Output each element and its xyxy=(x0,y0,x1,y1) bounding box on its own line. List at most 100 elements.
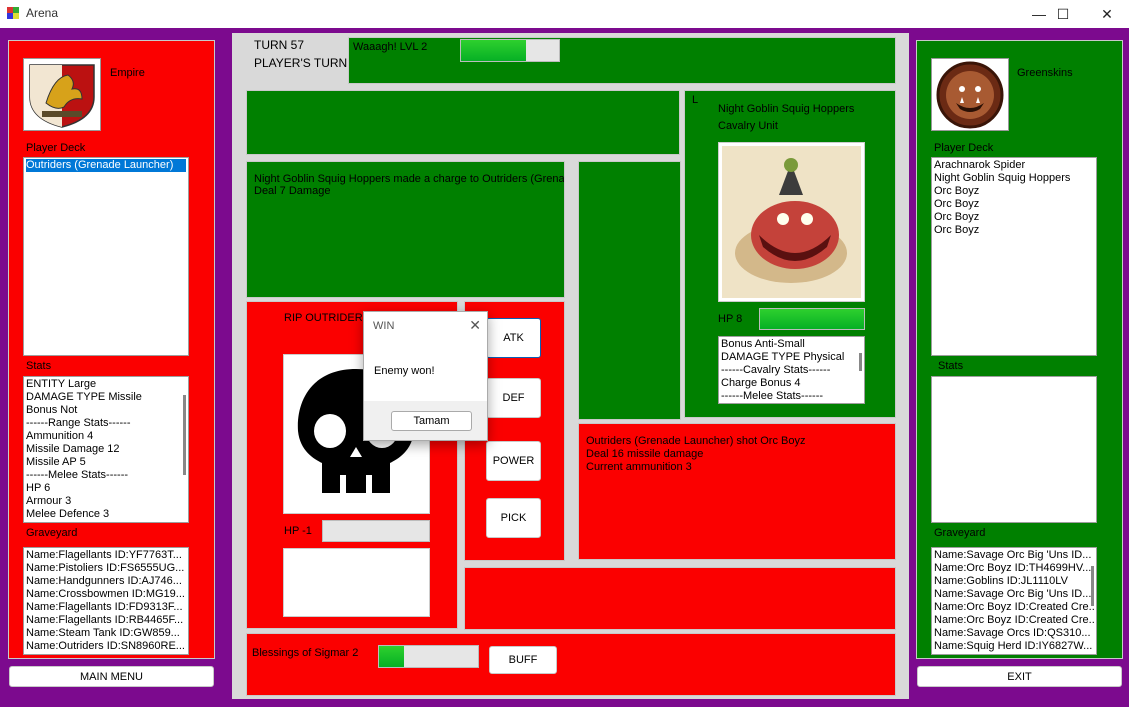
right-faction-name: Greenskins xyxy=(1017,67,1073,79)
list-item: Name:Savage Orc Big 'Uns ID... xyxy=(934,588,1092,600)
list-item: Ammunition 4 xyxy=(26,430,94,442)
main-menu-button[interactable]: MAIN MENU xyxy=(9,666,214,687)
waaagh-progress-fill xyxy=(461,40,526,61)
bottom-slot xyxy=(464,567,896,630)
combat-log-right: Outriders (Grenade Launcher) shot Orc Bo… xyxy=(578,423,896,560)
app-icon xyxy=(7,7,19,19)
top-slot xyxy=(246,90,680,155)
list-item[interactable]: Arachnarok Spider xyxy=(934,159,1094,172)
dialog-ok-button[interactable]: Tamam xyxy=(391,411,472,431)
list-item: Name:Flagellants ID:FD9313F... xyxy=(26,601,183,613)
unit-portrait xyxy=(718,142,865,302)
list-item: Name:Orc Boyz ID:TH4699HV... xyxy=(934,562,1092,574)
left-deck-list[interactable]: Outriders (Grenade Launcher) xyxy=(23,157,189,356)
squig-hopper-icon xyxy=(722,146,861,298)
right-graveyard-list[interactable]: Name:Savage Orc Big 'Uns ID... Name:Orc … xyxy=(931,547,1097,655)
list-item: DAMAGE TYPE Missile xyxy=(26,391,142,403)
list-item[interactable]: Night Goblin Squig Hoppers xyxy=(934,172,1094,185)
list-item[interactable]: Orc Boyz xyxy=(934,211,1094,224)
list-item: ------Melee Stats------ xyxy=(26,469,129,481)
greenskins-emblem xyxy=(931,58,1009,131)
blessing-progress-fill xyxy=(379,646,404,667)
list-item[interactable]: Orc Boyz xyxy=(934,185,1094,198)
list-item: Name:Handgunners ID:AJ746... xyxy=(26,575,182,587)
log-line: Night Goblin Squig Hoppers made a charge… xyxy=(254,173,564,185)
buff-button[interactable]: BUFF xyxy=(489,646,557,674)
left-player-panel: Empire Player Deck Outriders (Grenade La… xyxy=(8,40,215,659)
enemy-hp-bar xyxy=(759,308,865,330)
list-item: Name:Crossbowmen ID:MG19... xyxy=(26,588,185,600)
scrollbar-thumb[interactable] xyxy=(859,353,862,371)
log-line: Deal 7 Damage xyxy=(254,185,331,197)
log-line: Deal 16 missile damage xyxy=(586,448,704,460)
list-item[interactable]: Outriders (Grenade Launcher) xyxy=(26,159,186,172)
turn-owner: PLAYER'S TURN xyxy=(254,56,348,70)
maximize-button[interactable]: ☐ xyxy=(1040,0,1086,28)
waaagh-progress-bar xyxy=(460,39,560,62)
middle-slot xyxy=(578,161,681,420)
left-stats-label: Stats xyxy=(26,360,52,372)
window-title: Arena xyxy=(26,6,59,20)
list-item: Melee Defence 3 xyxy=(26,508,110,520)
right-deck-label: Player Deck xyxy=(934,142,994,154)
right-stats-label: Stats xyxy=(938,360,964,372)
dialog-close-icon[interactable]: ✕ xyxy=(469,317,481,334)
list-item[interactable]: Orc Boyz xyxy=(934,198,1094,211)
orc-face-icon xyxy=(936,61,1004,129)
list-item: Missile Damage 12 xyxy=(26,443,120,455)
list-item: Name:Pistoliers ID:FS6555UG... xyxy=(26,562,185,574)
rip-label: RIP OUTRIDERS xyxy=(284,312,370,324)
win-dialog: WIN ✕ Enemy won! Tamam xyxy=(363,311,488,441)
turn-counter: TURN 57 xyxy=(254,38,305,52)
left-deck-label: Player Deck xyxy=(26,142,86,154)
list-item[interactable]: Orc Boyz xyxy=(934,224,1094,237)
scrollbar-thumb[interactable] xyxy=(1091,566,1094,606)
list-item: ------Melee Stats------ xyxy=(721,390,824,402)
list-item: Name:Orc Boyz ID:Created Cre... xyxy=(934,614,1094,626)
list-item: Name:Flagellants ID:YF7763T... xyxy=(26,549,182,561)
defend-button[interactable]: DEF xyxy=(486,378,541,418)
list-item: Name:Steam Tank ID:GW859... xyxy=(26,627,180,639)
left-faction-name: Empire xyxy=(110,67,145,79)
blessing-label: Blessings of Sigmar 2 xyxy=(252,647,359,659)
waaagh-panel: Waaagh! LVL 2 xyxy=(348,37,896,84)
empire-emblem xyxy=(23,58,101,131)
list-item: Name:Flagellants ID:RB4465F... xyxy=(26,614,184,626)
pick-button[interactable]: PICK xyxy=(486,498,541,538)
waaagh-label: Waaagh! LVL 2 xyxy=(353,41,428,53)
exit-button[interactable]: EXIT xyxy=(917,666,1122,687)
enemy-stats-list[interactable]: Bonus Anti-Small DAMAGE TYPE Physical --… xyxy=(718,336,865,404)
combat-log-left: Night Goblin Squig Hoppers made a charge… xyxy=(246,161,565,298)
list-item: ENTITY Large xyxy=(26,378,97,390)
right-player-panel: Greenskins Player Deck Arachnarok Spider… xyxy=(916,40,1123,659)
list-item: DAMAGE TYPE Physical xyxy=(721,351,845,363)
right-graveyard-label: Graveyard xyxy=(934,527,986,539)
list-item: Name:Orc Boyz ID:Created Cre... xyxy=(934,601,1094,613)
log-line: Outriders (Grenade Launcher) shot Orc Bo… xyxy=(586,435,806,447)
card-corner-label: L xyxy=(692,94,699,106)
right-deck-list[interactable]: Arachnarok Spider Night Goblin Squig Hop… xyxy=(931,157,1097,356)
list-item: Name:Outriders ID:SN8960RE... xyxy=(26,640,185,652)
enemy-hp-label: HP 8 xyxy=(718,313,743,325)
close-button[interactable]: ✕ xyxy=(1084,0,1129,28)
enemy-hp-fill xyxy=(760,309,864,329)
list-item: Name:Goblins ID:JL1110LV xyxy=(934,575,1068,587)
blessing-progress-bar xyxy=(378,645,479,668)
attack-button[interactable]: ATK xyxy=(486,318,541,358)
list-item: Armour 3 xyxy=(26,495,72,507)
power-button[interactable]: POWER xyxy=(486,441,541,481)
list-item: ------Cavalry Stats------ xyxy=(721,364,831,376)
right-stats-list[interactable] xyxy=(931,376,1097,523)
list-item: Bonus Anti-Small xyxy=(721,338,805,350)
scrollbar-thumb[interactable] xyxy=(183,395,186,475)
griffin-shield-icon xyxy=(29,64,95,128)
player-stats-box xyxy=(283,548,430,617)
list-item: Name:Savage Orcs ID:QS310... xyxy=(934,627,1091,639)
dialog-message: Enemy won! xyxy=(364,340,487,401)
list-item: Charge Bonus 4 xyxy=(721,377,801,389)
enemy-card: L Night Goblin Squig Hoppers Cavalry Uni… xyxy=(684,90,896,418)
left-stats-list[interactable]: ENTITY Large DAMAGE TYPE Missile Bonus N… xyxy=(23,376,189,523)
list-item: HP 6 xyxy=(26,482,51,494)
enemy-unit-name: Night Goblin Squig Hoppers xyxy=(718,103,855,115)
left-graveyard-list[interactable]: Name:Flagellants ID:YF7763T... Name:Pist… xyxy=(23,547,189,655)
